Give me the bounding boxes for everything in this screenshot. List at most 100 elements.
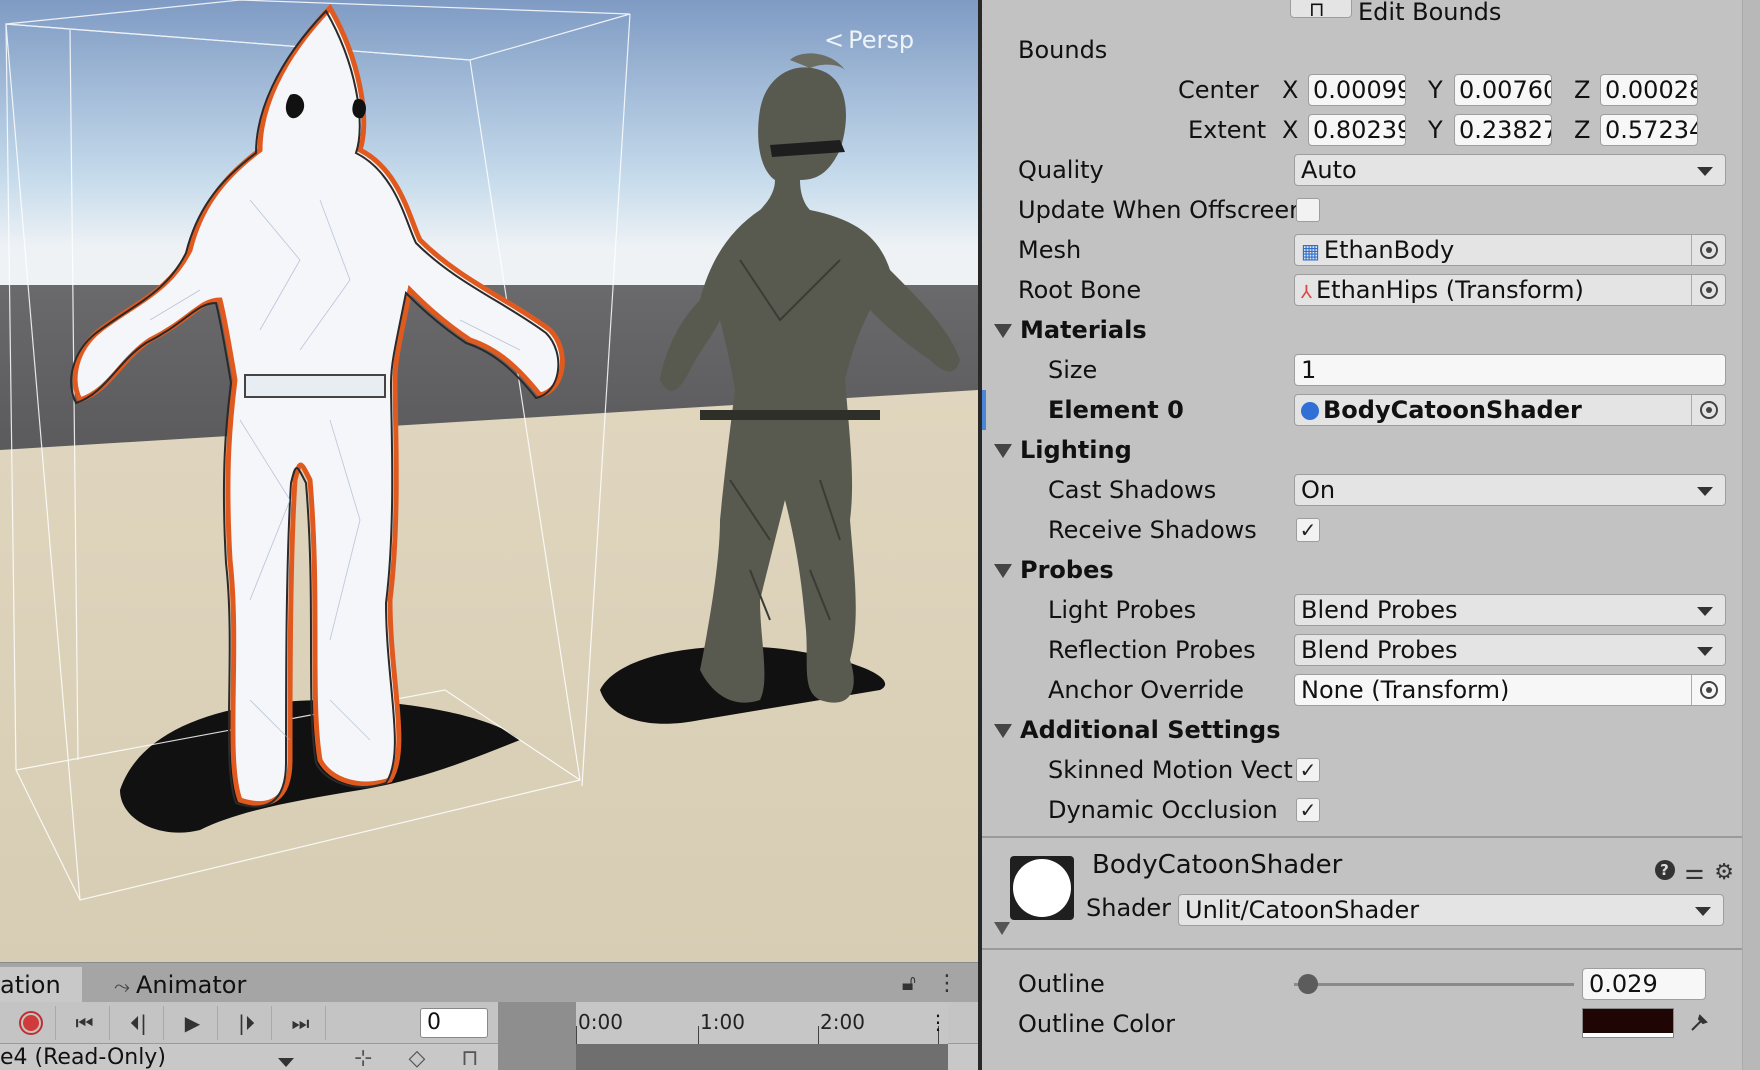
outline-label: Outline (1018, 970, 1105, 998)
more-options-icon[interactable]: ⋮ (936, 971, 958, 996)
animator-icon: ⤳ (114, 974, 130, 998)
clip-selector[interactable]: e4 (Read-Only) (0, 1046, 300, 1070)
quality-dropdown[interactable]: Auto (1294, 154, 1726, 186)
cast-shadows-dropdown[interactable]: On (1294, 474, 1726, 506)
lighting-header-row[interactable]: Lighting (982, 430, 1742, 470)
preset-sliders-icon[interactable]: ⚌ (1685, 860, 1705, 885)
keyframe-tools: ⊹ ◇ ⊓ (306, 1046, 498, 1070)
materials-header: Materials (1020, 316, 1147, 344)
timeline-menu-icon[interactable]: ⋮ (928, 1010, 948, 1034)
extent-x-field[interactable]: 0.80239 (1308, 114, 1406, 146)
extent-y-field[interactable]: 0.23827 (1454, 114, 1552, 146)
outline-slider-handle[interactable] (1298, 974, 1319, 994)
dynamic-occlusion-row: Dynamic Occlusion ✓ (982, 790, 1742, 830)
editor-window: < Persp ation ⤳ Animator 🔓︎ ⋮ ⏮ ⏴︎| ▶ |⏵︎… (0, 0, 1760, 1070)
object-picker-icon[interactable] (1691, 235, 1725, 265)
extent-z-field[interactable]: 0.57234 (1600, 114, 1698, 146)
axis-y-label: Y (1428, 116, 1443, 144)
foldout-triangle-icon[interactable] (994, 324, 1012, 338)
inspector-scrollbar[interactable] (1742, 0, 1760, 1070)
tab-animation[interactable]: ation (0, 967, 82, 1003)
additional-header-row[interactable]: Additional Settings (982, 710, 1742, 750)
first-key-button[interactable]: ⏮ (60, 1006, 110, 1040)
center-z-field[interactable]: 0.00028 (1600, 74, 1698, 106)
foldout-triangle-icon[interactable] (994, 564, 1012, 578)
extent-y: Y 0.23827 (1428, 114, 1554, 146)
extent-x: X 0.80239 (1282, 114, 1408, 146)
view-mode-label[interactable]: < Persp (824, 26, 914, 54)
material-element-field[interactable]: BodyCatoonShader (1294, 394, 1726, 426)
help-icon[interactable]: ? (1654, 860, 1675, 880)
update-offscreen-label: Update When Offscreen (1018, 196, 1305, 224)
next-key-button[interactable]: |⏵︎ (222, 1006, 272, 1040)
mesh-value: EthanBody (1323, 236, 1455, 264)
add-marker-icon[interactable]: ⊓ (461, 1046, 478, 1070)
materials-size-row: Size 1 (982, 350, 1742, 390)
animation-panel: ation ⤳ Animator 🔓︎ ⋮ ⏮ ⏴︎| ▶ |⏵︎ ⏭ 0 0:0… (0, 962, 978, 1070)
checkmark-icon: ✓ (1299, 798, 1317, 822)
add-event-icon[interactable]: ◇ (408, 1046, 425, 1070)
outline-slider[interactable] (1294, 983, 1574, 986)
material-preview-thumbnail[interactable] (1010, 856, 1074, 920)
foldout-triangle-icon[interactable] (994, 444, 1012, 458)
object-picker-icon[interactable] (1691, 395, 1725, 425)
center-y: Y 0.00760 (1428, 74, 1554, 106)
record-button[interactable] (6, 1006, 56, 1040)
prev-key-button[interactable]: ⏴︎| (114, 1006, 164, 1040)
light-probes-dropdown[interactable]: Blend Probes (1294, 594, 1726, 626)
chevron-down-icon (1697, 607, 1713, 616)
lock-icon[interactable]: 🔓︎ (902, 971, 916, 996)
probes-header-row[interactable]: Probes (982, 550, 1742, 590)
outline-row: Outline 0.029 (982, 964, 1742, 1004)
skinned-motion-label: Skinned Motion Vecto (1048, 756, 1294, 784)
center-x-field[interactable]: 0.00099 (1308, 74, 1406, 106)
gear-icon[interactable]: ⚙ (1714, 860, 1734, 885)
foldout-triangle-icon[interactable] (994, 922, 1010, 935)
chevron-left-icon: < (824, 26, 845, 54)
update-offscreen-checkbox[interactable] (1296, 198, 1320, 222)
object-picker-icon[interactable] (1691, 275, 1725, 305)
axis-z-label: Z (1574, 116, 1591, 144)
prev-key-icon: ⏴︎| (130, 1011, 147, 1035)
tab-animator[interactable]: ⤳ Animator (100, 967, 260, 1003)
checkmark-icon: ✓ (1299, 518, 1317, 542)
root-bone-object-field[interactable]: ⅄ EthanHips (Transform) (1294, 274, 1726, 306)
timeline[interactable]: 0:00 1:00 2:00 ⋮ (498, 1002, 948, 1070)
add-keyframe-icon[interactable]: ⊹ (354, 1046, 372, 1070)
anchor-override-field[interactable]: None (Transform) (1294, 674, 1726, 706)
axis-z-label: Z (1574, 76, 1591, 104)
timeline-track[interactable] (576, 1044, 948, 1070)
timeline-ruler[interactable]: 0:00 1:00 2:00 ⋮ (576, 1002, 948, 1044)
mesh-object-field[interactable]: ▦ EthanBody (1294, 234, 1726, 266)
scene-view[interactable]: < Persp (0, 0, 978, 962)
last-key-button[interactable]: ⏭ (276, 1006, 326, 1040)
dynamic-occlusion-checkbox[interactable]: ✓ (1296, 798, 1320, 822)
frame-field[interactable]: 0 (420, 1008, 488, 1038)
materials-header-row[interactable]: Materials (982, 310, 1742, 350)
reflection-probes-dropdown[interactable]: Blend Probes (1294, 634, 1726, 666)
outline-color-swatch[interactable] (1582, 1008, 1674, 1038)
mesh-row: Mesh ▦ EthanBody (982, 230, 1742, 270)
timeline-label: 1:00 (700, 1010, 745, 1034)
persp-label: Persp (848, 26, 915, 54)
additional-settings-header: Additional Settings (1020, 716, 1281, 744)
edit-bounds-row: ⊓ Edit Bounds (982, 0, 1742, 32)
edit-bounds-button[interactable]: ⊓ (1290, 0, 1352, 21)
materials-size-field[interactable]: 1 (1294, 354, 1726, 386)
probes-header: Probes (1020, 556, 1114, 584)
dynamic-occlusion-label: Dynamic Occlusion (1048, 796, 1278, 824)
skinned-motion-checkbox[interactable]: ✓ (1296, 758, 1320, 782)
material-element-value: BodyCatoonShader (1323, 396, 1582, 424)
root-bone-value: EthanHips (Transform) (1316, 276, 1584, 304)
receive-shadows-checkbox[interactable]: ✓ (1296, 518, 1320, 542)
mesh-label: Mesh (1018, 236, 1082, 264)
play-button[interactable]: ▶ (168, 1006, 218, 1040)
shader-value: Unlit/CatoonShader (1185, 896, 1420, 924)
eyedropper-icon[interactable] (1684, 1008, 1714, 1038)
shader-dropdown[interactable]: Unlit/CatoonShader (1178, 894, 1724, 926)
center-y-field[interactable]: 0.00760 (1454, 74, 1552, 106)
foldout-triangle-icon[interactable] (994, 724, 1012, 738)
object-picker-icon[interactable] (1691, 675, 1725, 705)
outline-value-field[interactable]: 0.029 (1582, 968, 1706, 1000)
inspector-panel: ⊓ Edit Bounds Bounds Center X 0.00099 Y … (982, 0, 1742, 1070)
